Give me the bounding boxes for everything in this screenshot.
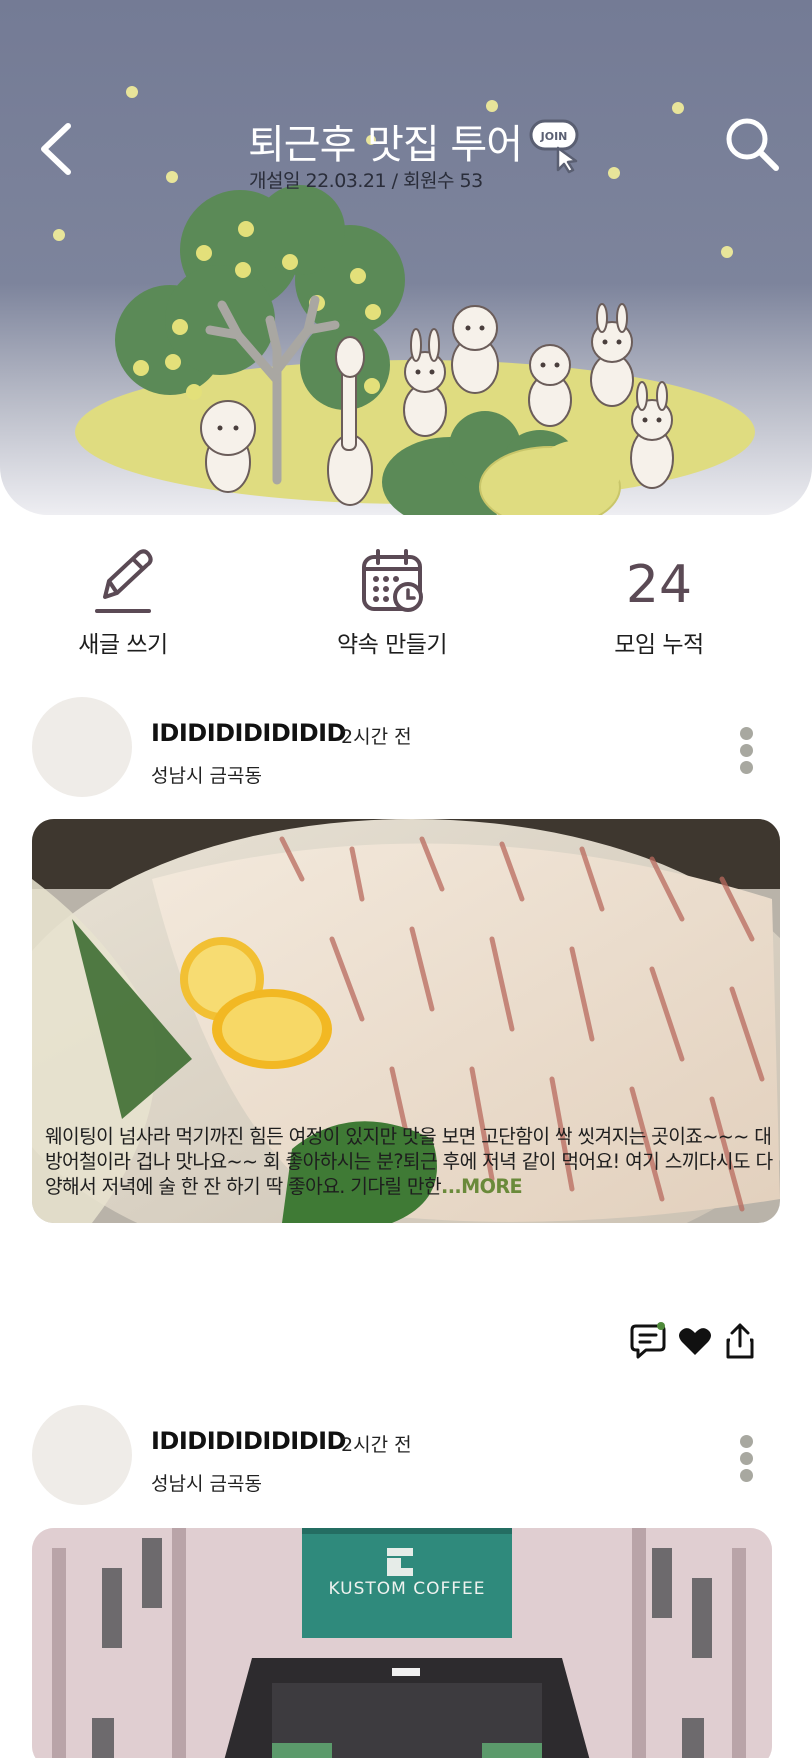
- dot-icon: [739, 727, 753, 740]
- club-illustration: [53, 86, 755, 515]
- meetings-count-value: 24: [625, 555, 693, 615]
- feed-post: IDIDIDIDIDIDID 2시간 전 성남시 금곡동 웨이팅이 넘사라 먹기…: [0, 697, 812, 1377]
- pencil-icon: [95, 549, 153, 613]
- read-more-link[interactable]: ...MORE: [441, 1175, 523, 1198]
- search-icon: [726, 118, 779, 171]
- share-icon: [726, 1323, 754, 1359]
- post-location: 성남시 금곡동: [151, 765, 262, 787]
- join-icon: JOIN: [529, 119, 579, 174]
- post-text: 웨이팅이 넘사라 먹기까진 힘든 여정이 있지만 맛을 보면 고단함이 싹 씻겨…: [45, 1124, 775, 1199]
- club-title: 퇴근후 맛집 투어: [248, 122, 523, 168]
- dot-icon: [739, 744, 753, 757]
- avatar[interactable]: [32, 697, 132, 797]
- avatar[interactable]: [32, 1405, 132, 1505]
- heart-icon: [679, 1328, 711, 1355]
- create-appointment-button[interactable]: 약속 만들기: [302, 545, 482, 659]
- post-location: 성남시 금곡동: [151, 1473, 262, 1495]
- club-header: 퇴근후 맛집 투어 JOIN 개설일 22.03.21 / 회원수 53: [0, 0, 812, 515]
- more-options-button[interactable]: [736, 1435, 756, 1483]
- share-button[interactable]: [724, 1322, 756, 1364]
- cafe-sign: KUSTOM COFFEE: [328, 1579, 485, 1599]
- comment-button[interactable]: [630, 1322, 666, 1364]
- meetings-count-label: 모임 누적: [614, 632, 704, 658]
- post-body: 웨이팅이 넘사라 먹기까진 힘든 여정이 있지만 맛을 보면 고단함이 싹 씻겨…: [45, 1125, 773, 1198]
- more-options-button[interactable]: [736, 727, 756, 775]
- calendar-clock-icon: [362, 549, 423, 612]
- svg-text:JOIN: JOIN: [540, 130, 568, 143]
- meetings-count: 24 모임 누적: [569, 545, 749, 659]
- back-button[interactable]: [30, 118, 86, 180]
- create-appointment-label: 약속 만들기: [336, 632, 448, 658]
- join-button[interactable]: JOIN: [528, 118, 584, 174]
- post-author[interactable]: IDIDIDIDIDIDID: [151, 719, 346, 747]
- post-time: 2시간 전: [341, 1434, 412, 1456]
- like-button[interactable]: [678, 1326, 712, 1360]
- search-button[interactable]: [722, 114, 782, 174]
- cafe-photo[interactable]: KUSTOM COFFEE: [32, 1528, 772, 1758]
- club-meta: 개설일 22.03.21 / 회원수 53: [249, 170, 483, 192]
- dot-icon: [739, 1469, 753, 1482]
- cafe-image: KUSTOM COFFEE: [32, 1528, 772, 1758]
- write-post-label: 새글 쓰기: [78, 632, 168, 658]
- dot-icon: [739, 1435, 753, 1448]
- comment-icon: [630, 1322, 666, 1359]
- post-time: 2시간 전: [341, 726, 412, 748]
- post-author[interactable]: IDIDIDIDIDIDID: [151, 1427, 346, 1455]
- post-actions: [630, 1322, 780, 1362]
- dot-icon: [739, 1452, 753, 1465]
- write-post-button[interactable]: 새글 쓰기: [33, 545, 213, 659]
- chevron-left-icon: [41, 123, 71, 175]
- dot-icon: [739, 761, 753, 774]
- feed-post: IDIDIDIDIDIDID 2시간 전 성남시 금곡동 KUSTOM COFF…: [0, 1405, 812, 1758]
